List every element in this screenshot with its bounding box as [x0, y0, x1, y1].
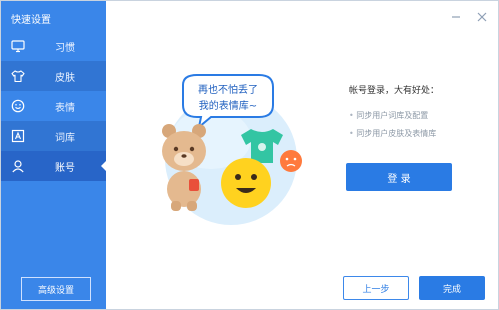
login-button[interactable]: 登 录	[346, 163, 452, 191]
sad-face-illustration	[280, 150, 302, 172]
sidebar-item-label: 习惯	[55, 42, 75, 54]
settings-window: 快速设置 习惯 皮肤 表情 词库 账号 高级设置 再也不怕丢了 我的表情库~ 帐…	[0, 0, 499, 310]
sidebar-item-label: 词库	[55, 132, 75, 144]
sidebar-title: 快速设置	[11, 15, 51, 26]
previous-step-button[interactable]: 上一步	[343, 276, 409, 300]
monitor-icon	[11, 39, 25, 53]
smiley-icon	[11, 99, 25, 113]
benefit-item: 同步用户皮肤及表情库	[349, 125, 436, 143]
sidebar-item-dictionary[interactable]: 词库	[1, 121, 106, 151]
sidebar-item-label: 账号	[55, 162, 75, 174]
tshirt-icon	[11, 69, 25, 83]
sidebar-item-account[interactable]: 账号	[1, 151, 107, 181]
benefit-item: 同步用户词库及配置	[349, 107, 436, 125]
dictionary-icon	[11, 129, 25, 143]
titlebar-controls	[450, 11, 488, 23]
sidebar-item-label: 表情	[55, 102, 75, 114]
minimize-icon[interactable]	[450, 11, 462, 23]
done-button[interactable]: 完成	[419, 276, 485, 300]
user-icon	[11, 159, 25, 173]
sidebar-item-label: 皮肤	[55, 72, 75, 84]
close-icon[interactable]	[476, 11, 488, 23]
smiley-illustration	[221, 158, 271, 208]
bubble-line-2: 我的表情库~	[199, 99, 257, 112]
benefit-list: 同步用户词库及配置 同步用户皮肤及表情库	[349, 107, 436, 143]
account-benefits-title: 帐号登录，大有好处：	[349, 86, 440, 96]
sidebar-item-emoji[interactable]: 表情	[1, 91, 106, 121]
account-illustration: 再也不怕丢了 我的表情库~	[141, 67, 331, 227]
sidebar-menu: 习惯 皮肤 表情 词库 账号	[1, 31, 107, 181]
bubble-line-1: 再也不怕丢了	[198, 83, 258, 96]
advanced-settings-button[interactable]: 高级设置	[21, 277, 91, 301]
sidebar-item-skin[interactable]: 皮肤	[1, 61, 106, 91]
sidebar-item-habits[interactable]: 习惯	[1, 31, 106, 61]
sidebar: 快速设置 习惯 皮肤 表情 词库 账号 高级设置	[1, 1, 107, 309]
